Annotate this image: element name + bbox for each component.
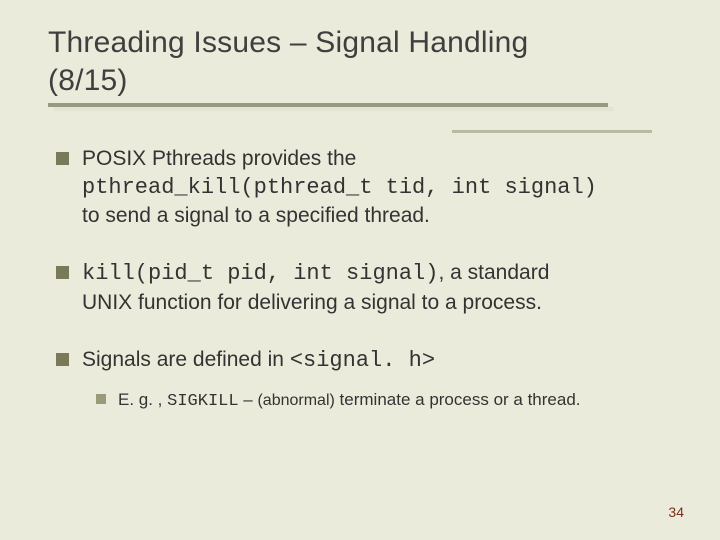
page-number: 34 (668, 504, 684, 520)
paren-note: (abnormal) (257, 392, 334, 409)
bullet-text: Signals are defined in (82, 348, 290, 371)
bullet-text: to send a signal to a specified thread. (82, 204, 430, 227)
title-underline (48, 103, 680, 111)
bullet-text: POSIX Pthreads provides the (82, 147, 356, 170)
title-block: Threading Issues – Signal Handling (8/15… (48, 24, 680, 111)
title-rule (48, 103, 608, 107)
bullet-text: , a standard (438, 261, 549, 284)
content-area: POSIX Pthreads provides the pthread_kill… (48, 145, 680, 414)
bullet-text: terminate a process or a thread. (335, 390, 581, 409)
bullet-text: E. g. , (118, 390, 167, 409)
list-item: POSIX Pthreads provides the pthread_kill… (56, 145, 680, 229)
list-item: Signals are defined in <signal. h> E. g.… (56, 346, 680, 414)
bullet-list: POSIX Pthreads provides the pthread_kill… (48, 145, 680, 414)
title-line-1: Threading Issues – Signal Handling (48, 26, 528, 59)
sub-bullet-list: E. g. , SIGKILL – (abnormal) terminate a… (82, 389, 680, 414)
list-item: kill(pid_t pid, int signal), a standard … (56, 259, 680, 316)
bullet-text: – (239, 390, 258, 409)
code-text: <signal. h> (290, 348, 435, 373)
slide: Threading Issues – Signal Handling (8/15… (0, 0, 720, 540)
title-line-2: (8/15) (48, 64, 128, 97)
code-text: SIGKILL (167, 392, 238, 411)
accent-divider (452, 130, 652, 133)
list-item: E. g. , SIGKILL – (abnormal) terminate a… (96, 389, 680, 414)
bullet-text: UNIX function for delivering a signal to… (82, 291, 542, 314)
code-text: pthread_kill(pthread_t tid, int signal) (82, 175, 597, 200)
title-rule-shadow (54, 107, 614, 111)
code-text: kill(pid_t pid, int signal) (82, 261, 438, 286)
page-title: Threading Issues – Signal Handling (8/15… (48, 24, 680, 99)
